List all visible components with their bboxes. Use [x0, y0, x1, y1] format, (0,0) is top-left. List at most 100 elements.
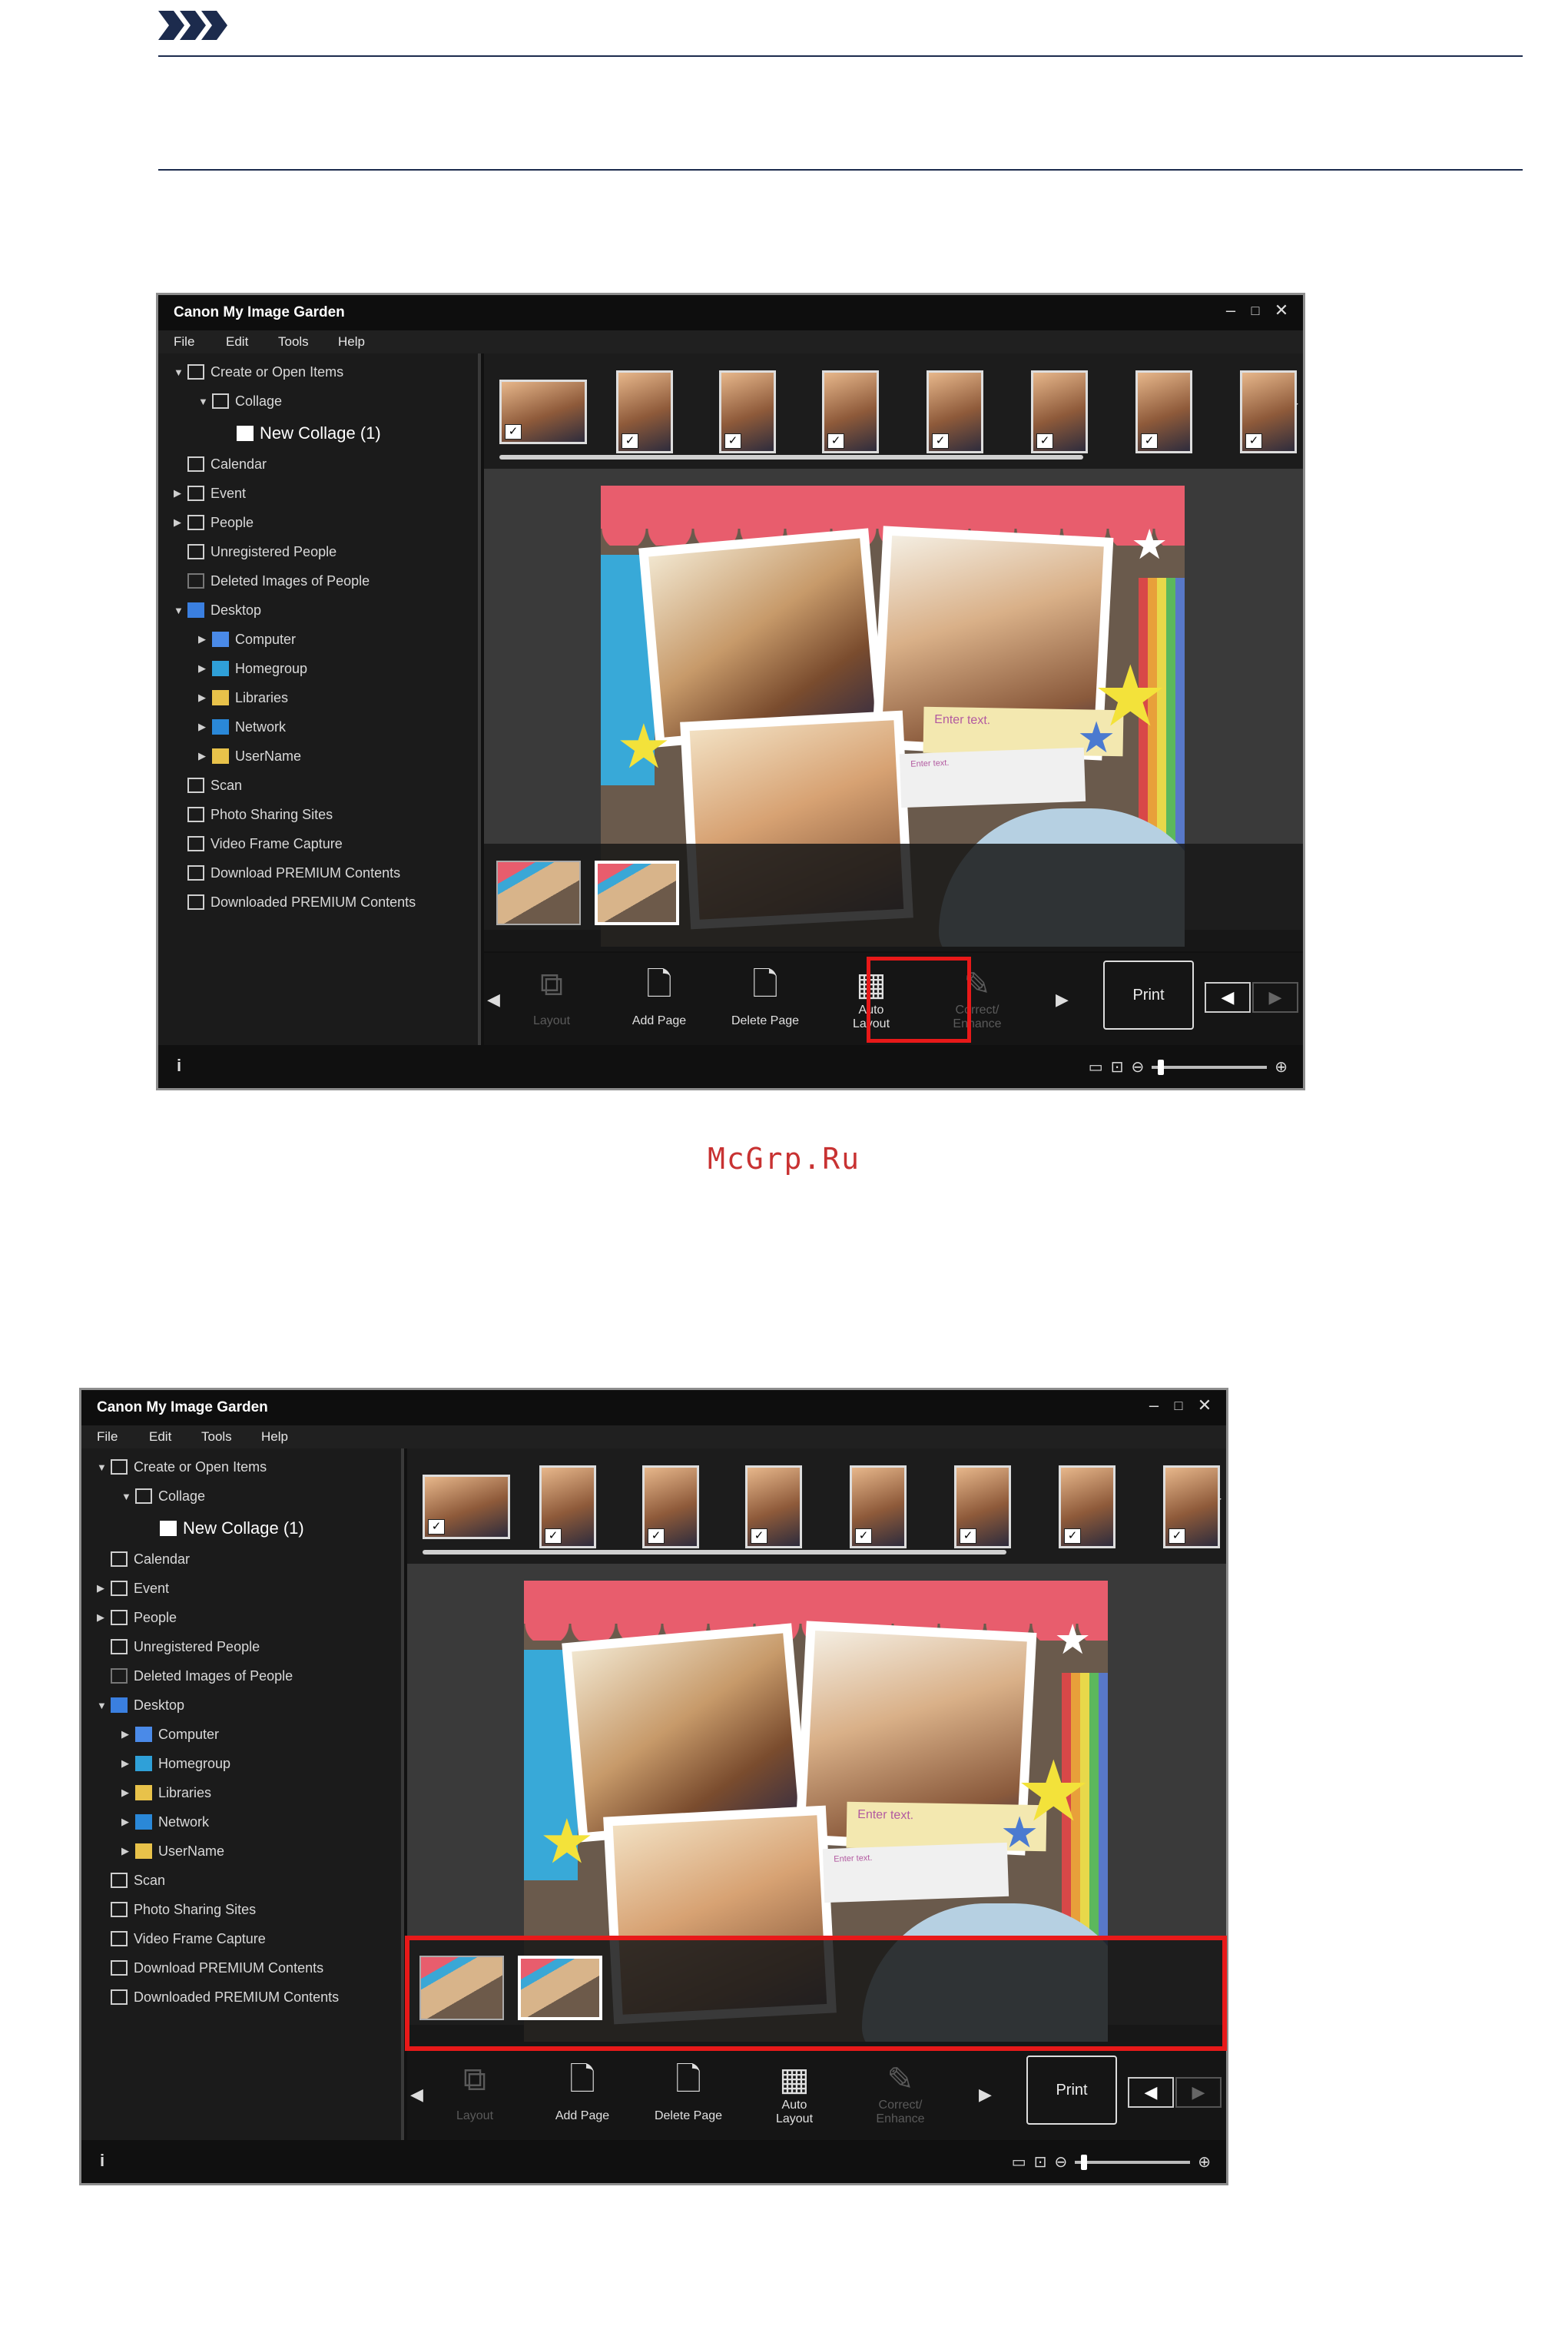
checkbox-checked-icon[interactable]: ✓	[1036, 433, 1053, 449]
menu-edit[interactable]: Edit	[226, 334, 248, 350]
expand-right-icon[interactable]: ▶	[198, 692, 212, 704]
zoom-slider[interactable]	[1075, 2154, 1191, 2170]
checkbox-checked-icon[interactable]: ✓	[648, 1528, 665, 1544]
tree-item-deleted-people[interactable]: Deleted Images of People	[97, 1664, 293, 1688]
tree-item-desktop[interactable]: ▼ Desktop	[97, 1693, 184, 1717]
checkbox-checked-icon[interactable]: ✓	[622, 433, 638, 449]
page-thumbnail-2[interactable]	[595, 861, 679, 925]
toolbar-prev-icon[interactable]: ◀	[410, 2085, 423, 2105]
tree-item-create[interactable]: ▼ Create or Open Items	[97, 1455, 267, 1479]
checkbox-checked-icon[interactable]: ✓	[545, 1528, 562, 1544]
tree-item-new-collage[interactable]: New Collage (1)	[223, 421, 381, 446]
expand-down-icon[interactable]: ▼	[174, 605, 187, 616]
expand-right-icon[interactable]: ▶	[198, 721, 212, 733]
image-thumbnail[interactable]: ✓	[822, 370, 879, 453]
tree-item-collage[interactable]: ▼ Collage	[121, 1484, 205, 1508]
tree-item-libraries[interactable]: ▶ Libraries	[198, 685, 288, 710]
tree-item-downloaded-premium[interactable]: Downloaded PREMIUM Contents	[97, 1985, 339, 2009]
tree-item-download-premium[interactable]: Download PREMIUM Contents	[174, 861, 400, 885]
expand-right-icon[interactable]: ▶	[121, 1757, 135, 1770]
zoom-in-icon[interactable]: ⊕	[1275, 1057, 1288, 1077]
image-thumbnail[interactable]: ✓	[423, 1475, 510, 1539]
checkbox-checked-icon[interactable]: ✓	[932, 433, 949, 449]
image-thumbnail[interactable]: ✓	[642, 1465, 699, 1548]
image-thumbnail[interactable]: ✓	[719, 370, 776, 453]
thumbnail-scrollbar[interactable]	[423, 1550, 1006, 1555]
image-thumbnail[interactable]: ✓	[616, 370, 673, 453]
toolbar-next-icon[interactable]: ▶	[1056, 990, 1069, 1010]
tree-item-collage[interactable]: ▼ Collage	[198, 389, 282, 413]
zoom-slider-handle[interactable]	[1081, 2154, 1088, 2170]
expand-down-icon[interactable]: ▼	[121, 1491, 135, 1502]
print-button[interactable]: Print	[1026, 2056, 1117, 2125]
image-thumbnail[interactable]: ✓	[1031, 370, 1088, 453]
image-thumbnail[interactable]: ✓	[745, 1465, 802, 1548]
expand-right-icon[interactable]: ▶	[174, 487, 187, 499]
image-thumbnail[interactable]: ✓	[850, 1465, 907, 1548]
minimize-icon[interactable]: –	[1222, 301, 1240, 320]
info-icon[interactable]: i	[177, 1056, 181, 1076]
image-thumbnail[interactable]: ✓	[954, 1465, 1011, 1548]
thumbnail-view-icon[interactable]: ▭	[1089, 1057, 1103, 1077]
tree-item-homegroup[interactable]: ▶ Homegroup	[121, 1751, 230, 1776]
checkbox-checked-icon[interactable]: ✓	[505, 424, 522, 440]
tree-item-video-frame[interactable]: Video Frame Capture	[174, 831, 343, 856]
add-page-button[interactable]: 🗋 Add Page	[536, 2056, 628, 2139]
expand-down-icon[interactable]: ▼	[198, 396, 212, 407]
minimize-icon[interactable]: –	[1145, 1396, 1163, 1415]
checkbox-checked-icon[interactable]: ✓	[1141, 433, 1158, 449]
image-thumbnail[interactable]: ✓	[927, 370, 983, 453]
layout-button[interactable]: ⧉ Layout	[506, 961, 598, 1044]
tree-item-event[interactable]: ▶ Event	[174, 481, 246, 506]
menu-file[interactable]: File	[97, 1429, 118, 1445]
expand-right-icon[interactable]: ▶	[198, 750, 212, 762]
tree-item-downloaded-premium[interactable]: Downloaded PREMIUM Contents	[174, 890, 416, 914]
tree-item-photo-sharing[interactable]: Photo Sharing Sites	[174, 802, 333, 827]
thumbnail-view-icon[interactable]: ▭	[1012, 2152, 1026, 2172]
image-thumbnail[interactable]: ✓	[539, 1465, 596, 1548]
menu-file[interactable]: File	[174, 334, 194, 350]
tree-item-network[interactable]: ▶ Network	[121, 1810, 209, 1834]
image-thumbnail[interactable]: ✓	[1163, 1465, 1220, 1548]
tree-item-new-collage[interactable]: New Collage (1)	[146, 1516, 304, 1541]
tree-item-computer[interactable]: ▶ Computer	[121, 1722, 219, 1747]
checkbox-checked-icon[interactable]: ✓	[1169, 1528, 1185, 1544]
tree-item-computer[interactable]: ▶ Computer	[198, 627, 296, 652]
tree-item-scan[interactable]: Scan	[97, 1868, 165, 1893]
image-thumbnail[interactable]: ✓	[499, 380, 587, 444]
tree-item-scan[interactable]: Scan	[174, 773, 242, 798]
tree-item-calendar[interactable]: Calendar	[174, 452, 267, 476]
menu-tools[interactable]: Tools	[278, 334, 309, 350]
tree-item-photo-sharing[interactable]: Photo Sharing Sites	[97, 1897, 256, 1922]
toolbar-next-icon[interactable]: ▶	[979, 2085, 992, 2105]
info-icon[interactable]: i	[100, 2151, 104, 2171]
thumbnail-scrollbar[interactable]	[499, 455, 1083, 460]
tree-item-calendar[interactable]: Calendar	[97, 1547, 190, 1571]
correct-enhance-button[interactable]: ✎ Correct/ Enhance	[854, 2056, 946, 2139]
expand-right-icon[interactable]: ▶	[121, 1816, 135, 1828]
checkbox-checked-icon[interactable]: ✓	[1245, 433, 1262, 449]
prev-page-button[interactable]: ◀	[1205, 982, 1251, 1013]
tree-item-user-folder[interactable]: ▶ UserName	[198, 744, 301, 768]
zoom-out-icon[interactable]: ⊖	[1054, 2152, 1067, 2172]
expand-down-icon[interactable]: ▼	[97, 1700, 111, 1711]
menu-tools[interactable]: Tools	[201, 1429, 232, 1445]
checkbox-checked-icon[interactable]: ✓	[1064, 1528, 1081, 1544]
delete-page-button[interactable]: 🗋 Delete Page	[719, 961, 811, 1044]
checkbox-checked-icon[interactable]: ✓	[855, 1528, 872, 1544]
checkbox-checked-icon[interactable]: ✓	[827, 433, 844, 449]
checkbox-checked-icon[interactable]: ✓	[724, 433, 741, 449]
expand-right-icon[interactable]: ▶	[198, 633, 212, 645]
expand-right-icon[interactable]: ▶	[198, 662, 212, 675]
expand-right-icon[interactable]: ▶	[121, 1728, 135, 1740]
close-icon[interactable]: ✕	[1272, 301, 1291, 320]
zoom-out-icon[interactable]: ⊖	[1131, 1057, 1144, 1077]
checkbox-checked-icon[interactable]: ✓	[960, 1528, 976, 1544]
tree-item-libraries[interactable]: ▶ Libraries	[121, 1780, 211, 1805]
tree-item-unregistered-people[interactable]: Unregistered People	[174, 539, 336, 564]
tree-item-unregistered-people[interactable]: Unregistered People	[97, 1634, 260, 1659]
tree-item-create[interactable]: ▼ Create or Open Items	[174, 360, 343, 384]
expand-right-icon[interactable]: ▶	[97, 1611, 111, 1624]
tree-item-download-premium[interactable]: Download PREMIUM Contents	[97, 1956, 323, 1980]
tree-item-user-folder[interactable]: ▶ UserName	[121, 1839, 224, 1863]
